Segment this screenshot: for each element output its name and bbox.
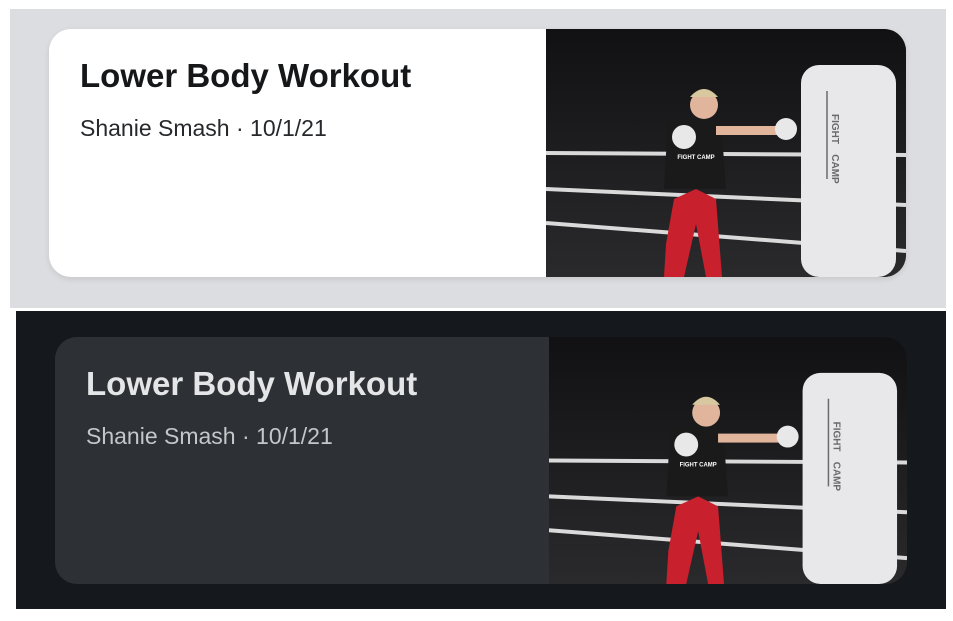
workout-title: Lower Body Workout bbox=[86, 365, 418, 402]
bag-text-fight: FIGHT bbox=[830, 422, 841, 452]
bag-text-camp: CAMP bbox=[829, 154, 840, 184]
shirt-text: FIGHT CAMP bbox=[680, 462, 717, 468]
workout-title: Lower Body Workout bbox=[80, 57, 412, 94]
bag-text-camp: CAMP bbox=[830, 462, 841, 492]
workout-card[interactable]: Lower Body Workout Shanie Smash · 10/1/2… bbox=[49, 29, 906, 277]
card-text: Lower Body Workout Shanie Smash · 10/1/2… bbox=[55, 337, 549, 584]
workout-subtitle: Shanie Smash · 10/1/21 bbox=[86, 423, 333, 449]
card-text: Lower Body Workout Shanie Smash · 10/1/2… bbox=[49, 29, 546, 277]
workout-thumbnail: FIGHT CAMP FIGHT CAMP bbox=[546, 29, 906, 277]
workout-card[interactable]: Lower Body Workout Shanie Smash · 10/1/2… bbox=[55, 337, 907, 584]
workout-thumbnail-image: FIGHT CAMP FIGHT CAMP bbox=[549, 337, 907, 584]
workout-thumbnail-image: FIGHT CAMP FIGHT CAMP bbox=[546, 29, 906, 277]
light-theme-panel: Lower Body Workout Shanie Smash · 10/1/2… bbox=[10, 9, 946, 308]
workout-subtitle: Shanie Smash · 10/1/21 bbox=[80, 115, 327, 141]
workout-thumbnail: FIGHT CAMP FIGHT CAMP bbox=[549, 337, 907, 584]
punching-bag: FIGHT CAMP bbox=[801, 65, 896, 277]
punching-bag: FIGHT CAMP bbox=[802, 372, 898, 584]
shirt-text: FIGHT CAMP bbox=[677, 155, 714, 161]
dark-theme-panel: Lower Body Workout Shanie Smash · 10/1/2… bbox=[16, 311, 946, 609]
bag-text-fight: FIGHT bbox=[829, 114, 840, 144]
